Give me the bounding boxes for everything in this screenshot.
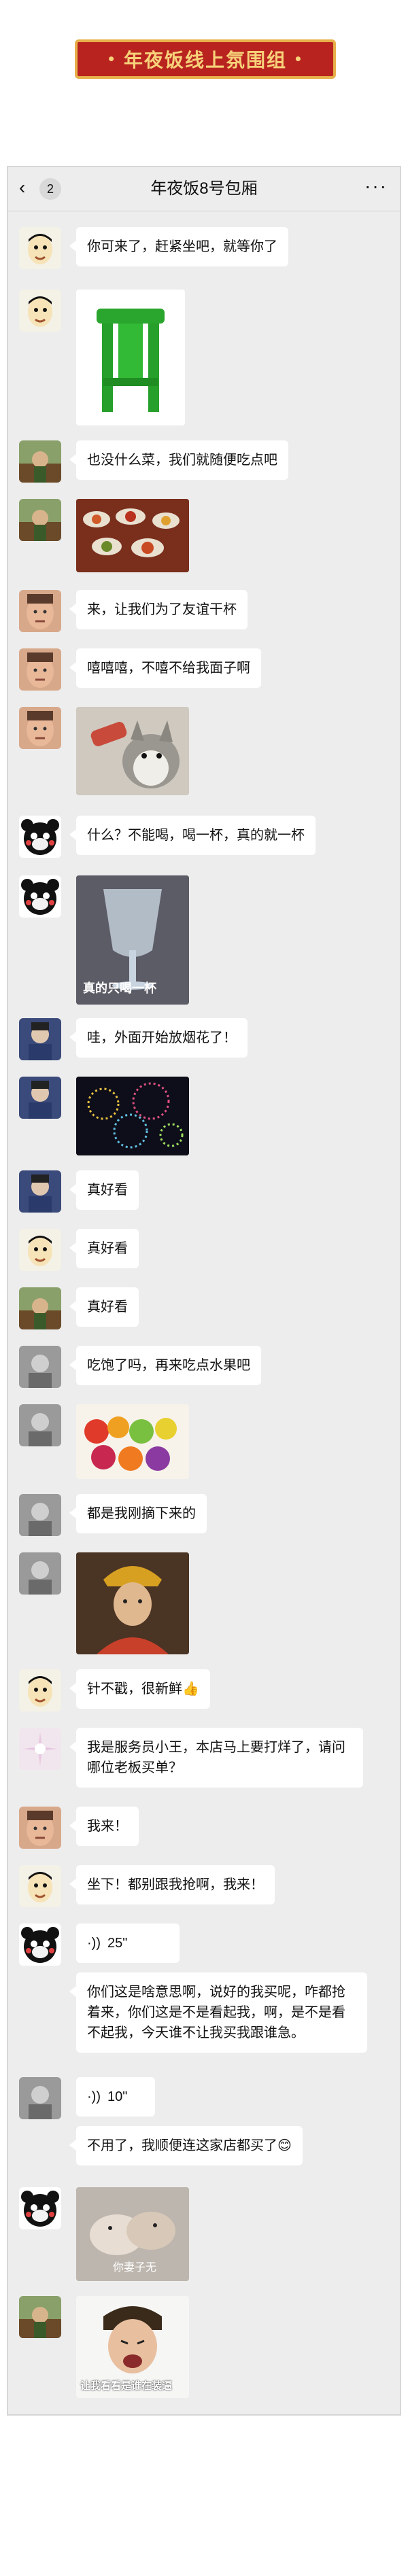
page-banner: • 年夜饭线上氛围组 • — [75, 39, 336, 79]
more-icon[interactable]: ··· — [364, 175, 388, 197]
avatar[interactable] — [19, 499, 61, 541]
message-bubble[interactable]: 真好看 — [69, 1229, 139, 1268]
feast-table-image[interactable] — [76, 499, 189, 572]
dot-icon: • — [294, 51, 304, 67]
avatar[interactable] — [19, 1077, 61, 1119]
avatar[interactable] — [19, 1552, 61, 1595]
avatar[interactable] — [19, 648, 61, 691]
message-bubble[interactable]: 嘻嘻嘻，不嘻不给我面子啊 — [69, 648, 261, 688]
avatar[interactable] — [19, 1924, 61, 1966]
message-bubble[interactable]: 吃饱了吗，再来吃点水果吧 — [69, 1346, 261, 1385]
message-bubble[interactable]: 你们这是啥意思啊，说好的我买呢，咋都抢着来，你们这是不是看起我，啊，是不是看不起… — [69, 1972, 367, 2053]
message-bubble[interactable]: 也没什么菜，我们就随便吃点吧 — [69, 440, 288, 480]
message-bubble[interactable]: 不用了，我顺便连这家店都买了😊 — [69, 2126, 303, 2165]
dot-icon: • — [107, 51, 117, 67]
message-bubble[interactable]: 来，让我们为了友谊干杯 — [69, 590, 248, 629]
avatar[interactable] — [19, 1229, 61, 1271]
avatar[interactable] — [19, 1404, 61, 1446]
voice-message[interactable]: ·)) 10" — [76, 2077, 155, 2117]
avatar[interactable] — [19, 1728, 61, 1770]
avatar[interactable] — [19, 1287, 61, 1329]
avatar[interactable] — [19, 1865, 61, 1907]
voice-message[interactable]: ·)) 25" — [76, 1924, 180, 1963]
avatar[interactable] — [19, 1170, 61, 1213]
voice-wave-icon: ·)) — [87, 2089, 101, 2104]
avatar[interactable] — [19, 227, 61, 269]
voice-duration: 10" — [107, 2089, 128, 2104]
avatar[interactable] — [19, 2187, 61, 2229]
dog-drinking-image[interactable] — [76, 707, 189, 795]
image-caption: 让我看看是谁在装逼 — [80, 2380, 173, 2392]
message-bubble[interactable]: 针不戳，很新鲜👍 — [69, 1669, 210, 1709]
message-bubble[interactable]: 坐下！都别跟我抢啊，我来！ — [69, 1865, 275, 1904]
avatar[interactable] — [19, 1018, 61, 1060]
dogs-fight-image[interactable]: 你妻子无 — [76, 2187, 189, 2281]
avatar[interactable] — [19, 707, 61, 749]
voice-duration: 25" — [107, 1935, 128, 1951]
avatar[interactable] — [19, 2296, 61, 2338]
monk-image[interactable] — [76, 1552, 189, 1654]
message-bubble[interactable]: 都是我刚摘下来的 — [69, 1494, 207, 1533]
avatar[interactable] — [19, 1494, 61, 1536]
avatar[interactable] — [19, 875, 61, 918]
message-bubble[interactable]: 真好看 — [69, 1170, 139, 1210]
chat-header: ‹ 2 年夜饭8号包厢 ··· — [8, 167, 400, 211]
avatar[interactable] — [19, 590, 61, 632]
image-caption: 真的只喝一杯 — [83, 981, 156, 995]
message-bubble[interactable]: 真好看 — [69, 1287, 139, 1327]
avatar[interactable] — [19, 816, 61, 858]
message-bubble[interactable]: 我是服务员小王，本店马上要打烊了，请问哪位老板买单？ — [69, 1728, 363, 1788]
green-stool-image[interactable] — [76, 290, 185, 425]
chat-window: ‹ 2 年夜饭8号包厢 ··· 你可来了，赶紧坐吧，就等你了 也没什么菜，我们就… — [7, 166, 401, 2416]
message-bubble[interactable]: 哇，外面开始放烟花了！ — [69, 1018, 248, 1058]
message-bubble[interactable]: 什么？不能喝，喝一杯，真的就一杯 — [69, 816, 316, 855]
fireworks-image[interactable] — [76, 1077, 189, 1155]
crying-man-image[interactable]: 让我看看是谁在装逼 — [76, 2296, 189, 2398]
banner-title: 年夜饭线上氛围组 — [123, 49, 287, 71]
avatar[interactable] — [19, 440, 61, 483]
fruit-image[interactable] — [76, 1404, 189, 1479]
chat-title: 年夜饭8号包厢 — [150, 179, 258, 198]
avatar[interactable] — [19, 290, 61, 332]
image-caption: 你妻子无 — [113, 2262, 157, 2274]
message-bubble[interactable]: 你可来了，赶紧坐吧，就等你了 — [69, 227, 288, 266]
avatar[interactable] — [19, 1669, 61, 1711]
message-bubble[interactable]: 我来！ — [69, 1807, 139, 1846]
avatar[interactable] — [19, 1807, 61, 1849]
voice-wave-icon: ·)) — [87, 1935, 101, 1951]
avatar[interactable] — [19, 1346, 61, 1388]
big-glass-image[interactable]: 真的只喝一杯 — [76, 875, 189, 1005]
avatar[interactable] — [19, 2077, 61, 2119]
